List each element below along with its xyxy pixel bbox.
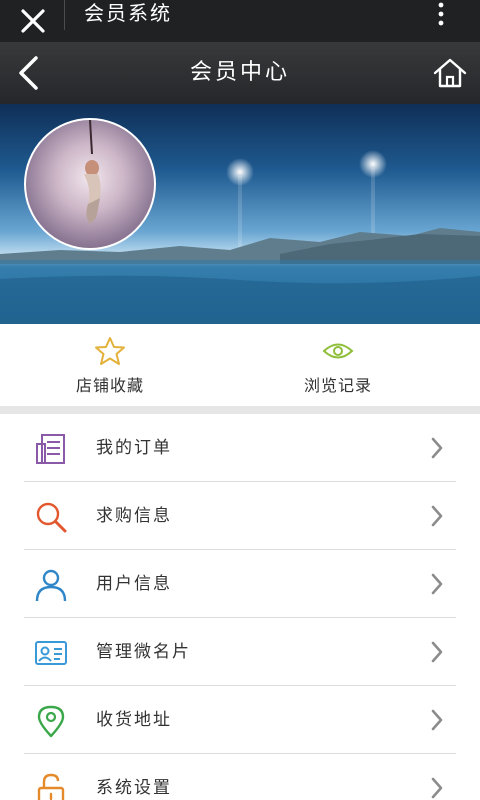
location-pin-icon xyxy=(37,705,65,738)
menu-label: 系统设置 xyxy=(96,778,172,798)
chevron-right-icon xyxy=(431,505,443,527)
menu-label: 收货地址 xyxy=(96,710,172,730)
menu-item-purchase-requests[interactable]: 求购信息 xyxy=(24,482,456,550)
search-icon xyxy=(36,502,67,533)
page-title: 会员中心 xyxy=(189,60,290,85)
app-top-bar: 会员系统 xyxy=(0,0,480,42)
menu-item-manage-card[interactable]: 管理微名片 xyxy=(24,618,456,686)
more-vertical-icon[interactable] xyxy=(436,2,446,26)
chevron-right-icon xyxy=(431,641,443,663)
menu-item-shipping-address[interactable]: 收货地址 xyxy=(24,686,456,754)
avatar-image xyxy=(84,120,101,224)
menu-label: 求购信息 xyxy=(96,506,172,526)
lock-settings-icon xyxy=(37,773,65,800)
app-title: 会员系统 xyxy=(84,1,172,25)
chevron-right-icon xyxy=(431,437,443,459)
section-divider xyxy=(0,406,480,414)
quick-actions: 店铺收藏 浏览记录 xyxy=(0,324,480,408)
user-icon xyxy=(35,569,67,602)
menu-label: 用户信息 xyxy=(96,574,172,594)
favorite-shops-button[interactable]: 店铺收藏 xyxy=(30,324,190,408)
browse-history-button[interactable]: 浏览记录 xyxy=(258,324,418,408)
close-icon[interactable] xyxy=(18,6,48,36)
chevron-right-icon xyxy=(431,709,443,731)
user-avatar[interactable] xyxy=(24,118,156,250)
home-icon[interactable] xyxy=(432,56,468,90)
chevron-right-icon xyxy=(431,573,443,595)
browse-history-label: 浏览记录 xyxy=(303,376,372,395)
menu-item-my-orders[interactable]: 我的订单 xyxy=(24,414,456,482)
chevron-right-icon xyxy=(431,777,443,799)
eye-icon xyxy=(322,343,354,359)
favorite-shops-label: 店铺收藏 xyxy=(75,376,144,395)
menu-item-system-settings[interactable]: 系统设置 xyxy=(24,754,456,800)
menu-list: 我的订单 求购信息 用户信息 管理微名片 收货地址 系统设置 xyxy=(24,414,456,800)
menu-item-user-info[interactable]: 用户信息 xyxy=(24,550,456,618)
order-list-icon xyxy=(36,434,65,464)
page-header: 会员中心 xyxy=(0,42,480,104)
menu-label: 我的订单 xyxy=(96,438,172,458)
menu-label: 管理微名片 xyxy=(96,642,191,662)
id-card-icon xyxy=(35,641,67,665)
top-bar-divider xyxy=(64,0,65,30)
star-icon xyxy=(95,337,125,365)
